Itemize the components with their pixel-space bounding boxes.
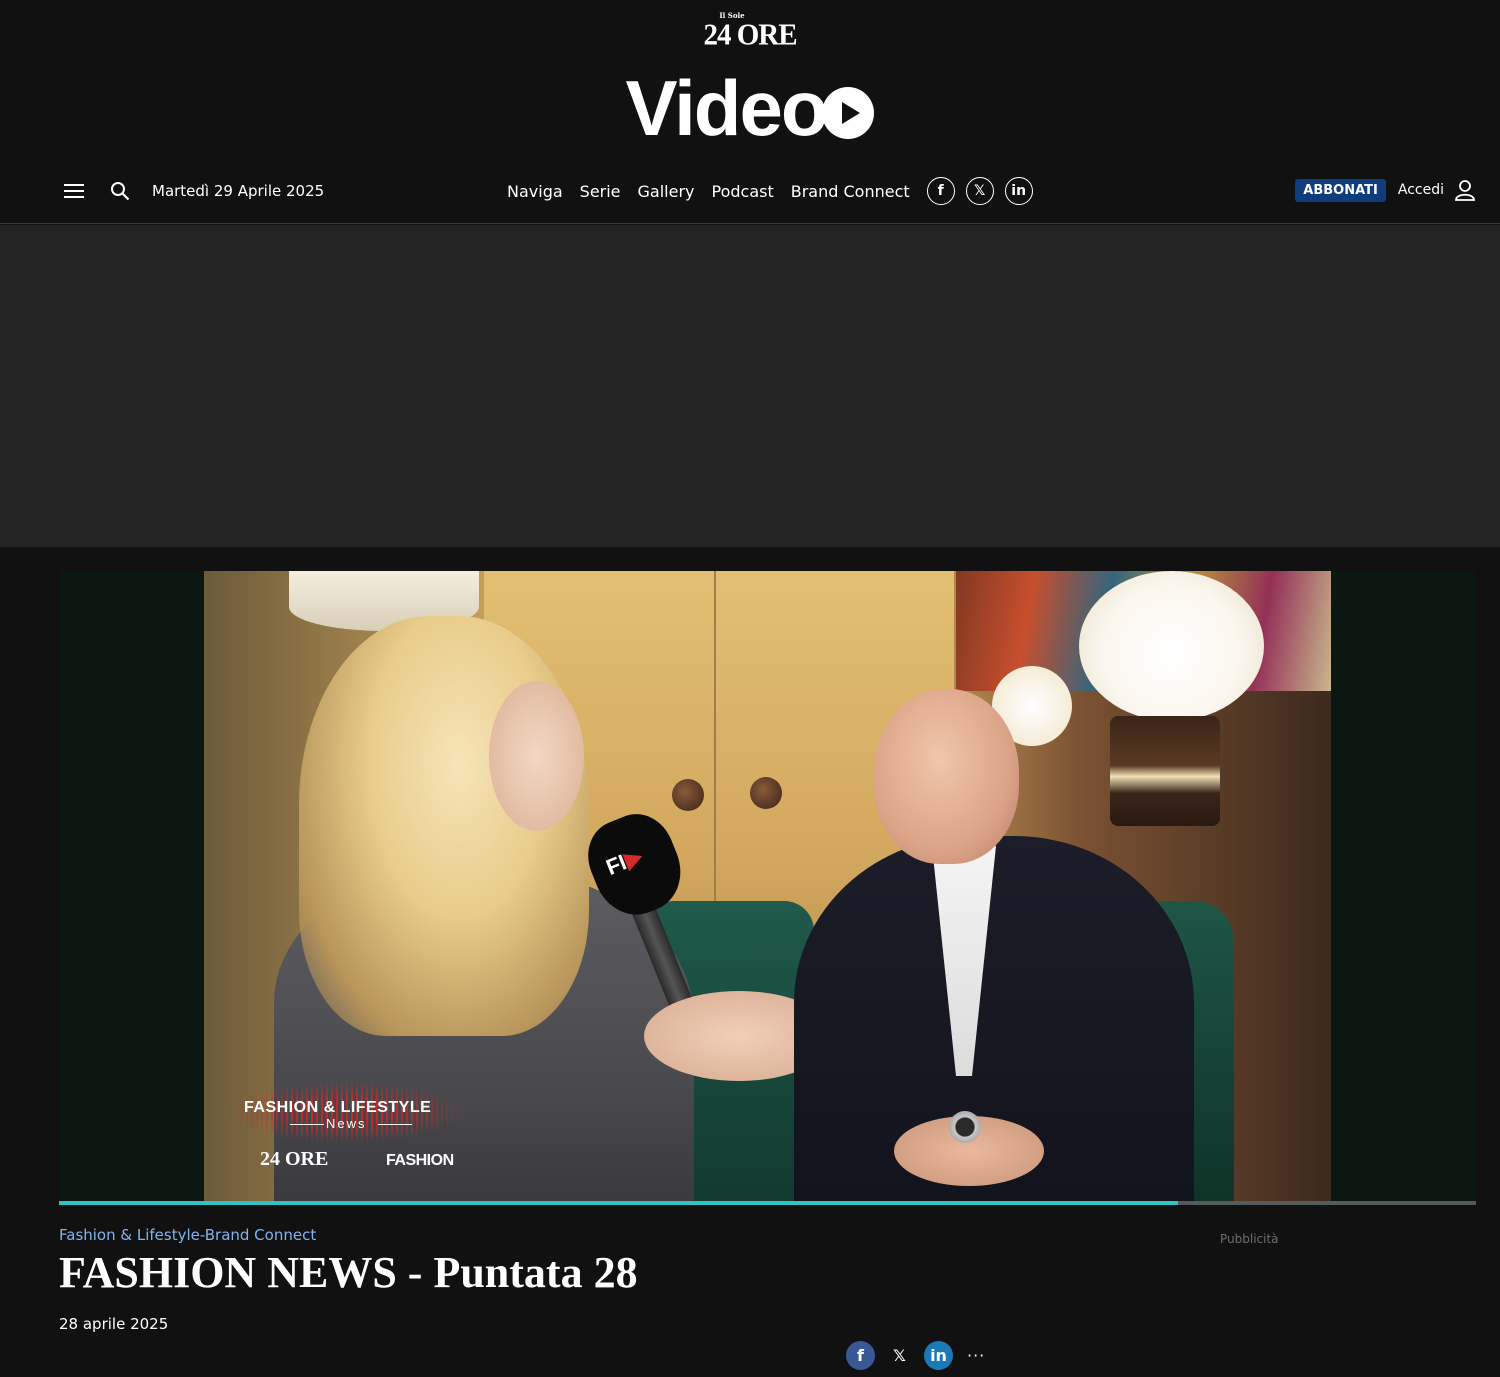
article-category[interactable]: Fashion & Lifestyle-Brand Connect: [59, 1226, 316, 1244]
overlay-subtitle: News: [326, 1116, 367, 1131]
overlay-title: Fashion & Lifestyle: [244, 1099, 432, 1116]
nav-podcast[interactable]: Podcast: [712, 182, 774, 201]
main-nav: Naviga Serie Gallery Podcast Brand Conne…: [507, 176, 1044, 206]
share-facebook-icon[interactable]: f: [846, 1341, 875, 1370]
nav-gallery[interactable]: Gallery: [638, 182, 695, 201]
guest-head: [874, 689, 1019, 864]
wristwatch: [949, 1111, 981, 1143]
interviewer-face: [489, 681, 584, 831]
overlay-rule: [378, 1124, 412, 1125]
ad-label: Pubblicità: [1220, 1232, 1279, 1246]
login-link[interactable]: Accedi: [1398, 182, 1444, 198]
video-progress-bar[interactable]: [59, 1201, 1476, 1205]
user-icon[interactable]: [1454, 179, 1476, 201]
video-section-logo[interactable]: Video: [0, 66, 1500, 150]
header-left-tools: Martedì 29 Aprile 2025: [64, 176, 324, 206]
header-account: ABBONATI Accedi: [1295, 175, 1476, 205]
video-frame[interactable]: FI▶ Fashion & Lifestyle News 24 ORE FASH…: [204, 571, 1331, 1201]
show-logo-overlay: Fashion & Lifestyle News 24 ORE FASHION: [226, 1081, 466, 1181]
menu-icon[interactable]: [64, 184, 86, 198]
share-x-icon[interactable]: 𝕏: [885, 1341, 914, 1370]
nav-brand-connect[interactable]: Brand Connect: [791, 182, 910, 201]
x-icon[interactable]: 𝕏: [965, 177, 994, 205]
globe-lamp: [1079, 571, 1264, 721]
wall-knob: [750, 777, 782, 809]
ad-banner-area: [0, 225, 1500, 547]
nav-naviga[interactable]: Naviga: [507, 182, 563, 201]
subscribe-button[interactable]: ABBONATI: [1295, 178, 1386, 202]
overlay-rule: [290, 1124, 324, 1125]
article-title: FASHION NEWS - Puntata 28: [59, 1248, 638, 1297]
article-date: 28 aprile 2025: [59, 1315, 169, 1333]
overlay-fashion-logo: FASHION: [386, 1152, 454, 1169]
sole-24-ore-logo[interactable]: Il Sole 24 ORE: [0, 12, 1500, 52]
share-bar: f 𝕏 in ···: [846, 1341, 985, 1370]
search-icon[interactable]: [110, 181, 130, 201]
video-section-title: Video: [625, 64, 829, 152]
site-header: Il Sole 24 ORE Video Martedì 29 Aprile 2…: [0, 0, 1500, 224]
play-icon: [822, 87, 875, 139]
share-linkedin-icon[interactable]: in: [924, 1341, 953, 1370]
linkedin-icon[interactable]: in: [1004, 177, 1033, 205]
overlay-24ore-logo: 24 ORE: [260, 1148, 329, 1170]
video-player[interactable]: FI▶ Fashion & Lifestyle News 24 ORE FASH…: [59, 571, 1476, 1205]
logo-24-ore-text: 24 ORE: [703, 18, 797, 52]
more-options-icon[interactable]: ···: [967, 1346, 985, 1365]
current-date: Martedì 29 Aprile 2025: [152, 182, 325, 200]
lamp-base: [1110, 716, 1220, 826]
facebook-icon[interactable]: f: [926, 177, 955, 205]
video-progress-fill: [59, 1201, 1179, 1205]
nav-serie[interactable]: Serie: [580, 182, 621, 201]
wall-knob: [672, 779, 704, 811]
